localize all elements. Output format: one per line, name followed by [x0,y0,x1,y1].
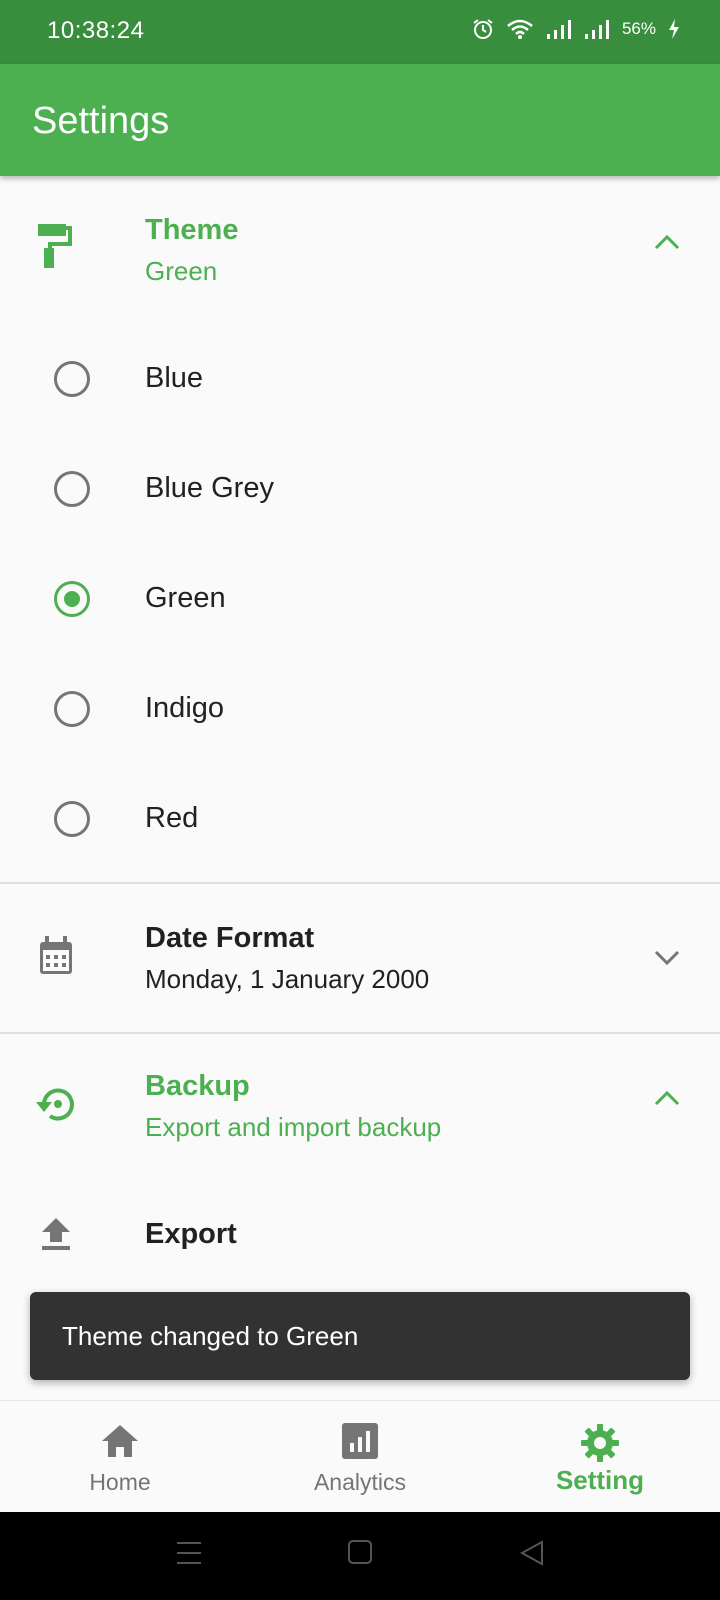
chevron-up-icon[interactable] [654,234,680,250]
export-label: Export [145,1218,237,1250]
calendar-icon [40,936,72,974]
radio-button[interactable] [54,471,90,507]
chevron-down-icon[interactable] [654,950,680,966]
nav-home[interactable]: Home [0,1401,240,1513]
option-label: Blue Grey [145,472,274,504]
gear-icon [581,1424,619,1462]
page-title: Settings [32,100,170,142]
back-icon[interactable] [520,1540,544,1566]
radio-button[interactable] [54,361,90,397]
nav-setting-label: Setting [555,1465,645,1495]
date-format-title: Date Format [145,922,315,954]
theme-option-blue-grey[interactable]: Blue Grey [0,434,720,544]
snackbar: Theme changed to Green [30,1292,690,1380]
chevron-up-icon[interactable] [654,1090,680,1106]
battery-level: 56% [621,19,656,38]
theme-option-green[interactable]: Green [0,544,720,654]
chart-icon [342,1423,378,1459]
theme-option-red[interactable]: Red [0,764,720,874]
option-label: Blue [145,362,204,394]
radio-button-selected[interactable] [54,581,90,617]
option-label: Green [145,582,226,614]
theme-header[interactable]: Theme Green [0,176,720,310]
theme-title: Theme [145,214,239,246]
date-format-header[interactable]: Date Format Monday, 1 January 2000 [0,884,720,1032]
menu-icon[interactable] [176,1540,202,1566]
option-label: Red [145,802,199,834]
upload-icon [42,1218,70,1250]
nav-analytics[interactable]: Analytics [240,1401,480,1513]
backup-subtitle: Export and import backup [145,1112,442,1142]
option-label: Indigo [145,692,225,724]
nav-analytics-label: Analytics [313,1469,407,1495]
radio-button[interactable] [54,801,90,837]
date-format-subtitle: Monday, 1 January 2000 [145,964,430,994]
status-bar: 10:38:24 56% [0,0,720,64]
wifi-icon [507,19,533,39]
backup-header[interactable]: Backup Export and import backup [0,1034,720,1174]
bottom-navigation: Home Analytics Setting [0,1400,720,1513]
alarm-icon [473,19,493,39]
restore-icon [36,1088,74,1121]
status-icons: 56% [472,18,680,40]
system-nav-bar [0,1512,720,1600]
snackbar-message: Theme changed to Green [62,1321,359,1351]
theme-subtitle: Green [145,256,218,286]
charging-icon [669,19,679,39]
status-time: 10:38:24 [47,17,145,44]
signal-icon-2 [584,20,609,39]
paint-roller-icon [38,224,72,268]
home-icon [102,1425,138,1457]
backup-title: Backup [145,1070,250,1102]
signal-icon [546,20,571,39]
nav-home-label: Home [89,1469,151,1495]
export-row[interactable]: Export [0,1180,720,1290]
home-square-icon[interactable] [348,1540,372,1564]
theme-option-blue[interactable]: Blue [0,324,720,434]
app-bar: Settings [0,64,720,176]
radio-button[interactable] [54,691,90,727]
nav-setting[interactable]: Setting [480,1401,720,1513]
theme-option-indigo[interactable]: Indigo [0,654,720,764]
